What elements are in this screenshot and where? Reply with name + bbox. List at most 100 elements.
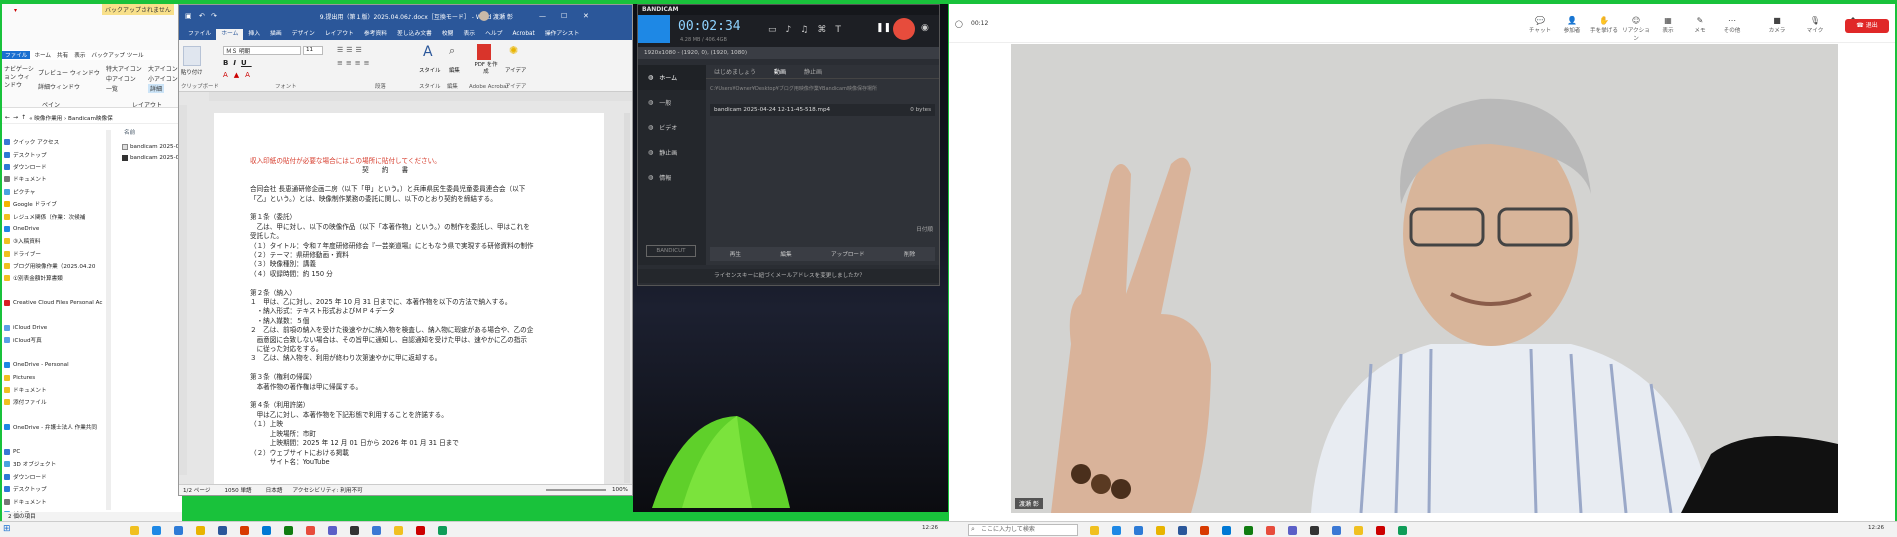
- taskbar-app-icon[interactable]: [284, 526, 293, 535]
- zoom-tool-button[interactable]: ☺ リアクション: [1620, 16, 1652, 42]
- sidebar-item[interactable]: レジュメ関係（作業：次候補: [4, 210, 108, 222]
- pdf-icon[interactable]: [477, 44, 491, 60]
- zoom-tool-button[interactable]: 👤 参加者: [1556, 16, 1588, 42]
- zoom-tool-button[interactable]: 💬 チャット: [1524, 16, 1556, 42]
- taskbar-app-icon[interactable]: [1310, 526, 1319, 535]
- back-arrow-icon[interactable]: ←: [5, 114, 10, 121]
- sidebar-item[interactable]: Pictures: [4, 371, 108, 383]
- taskbar-app-icon[interactable]: [1244, 526, 1253, 535]
- ribbon-tab[interactable]: 表示: [458, 29, 480, 40]
- breadcrumb[interactable]: « 映像作業用 › Bandicam映像保: [29, 114, 113, 122]
- ribbon-tab[interactable]: ヘルプ: [480, 29, 507, 40]
- sidebar-item[interactable]: ドライブー: [4, 248, 108, 260]
- ribbon-tab[interactable]: ホーム: [216, 29, 244, 40]
- zoom-tool-button[interactable]: ✎ メモ: [1684, 16, 1716, 42]
- bandicam-sidebar-item[interactable]: ◍ 情報: [638, 165, 706, 190]
- align-buttons[interactable]: ≡≡≡≡: [337, 59, 372, 67]
- taskbar-app-icon[interactable]: [152, 526, 161, 535]
- view-details[interactable]: 詳細: [148, 84, 165, 93]
- upload-button[interactable]: アップロード: [831, 250, 865, 258]
- taskbar-app-icon[interactable]: [1398, 526, 1407, 535]
- taskbar-app-icon[interactable]: [1266, 526, 1275, 535]
- taskbar-app-icon[interactable]: [1354, 526, 1363, 535]
- status-page[interactable]: 1/2 ページ: [183, 486, 210, 494]
- explorer-tab-backup-tools[interactable]: バックアップ ツール: [91, 51, 143, 59]
- save-icon[interactable]: ▣: [185, 12, 192, 20]
- participant-video[interactable]: 渡瀬 彰: [1011, 44, 1838, 513]
- explorer-tab-view[interactable]: 表示: [74, 51, 85, 59]
- ribbon-tab[interactable]: 描画: [265, 29, 287, 40]
- taskbar-app-icon[interactable]: [1178, 526, 1187, 535]
- forward-arrow-icon[interactable]: →: [13, 114, 18, 121]
- tab-getting-started[interactable]: はじめましょう: [714, 67, 756, 76]
- explorer-tab-file[interactable]: ファイル: [2, 51, 31, 59]
- bandicam-sidebar-item[interactable]: ◍ 一般: [638, 90, 706, 115]
- ideas-icon[interactable]: ✺: [509, 44, 518, 57]
- document-scrollbar[interactable]: [624, 113, 630, 483]
- system-clock[interactable]: 12:26: [1868, 525, 1884, 531]
- taskbar-app-icon[interactable]: [1376, 526, 1385, 535]
- sidebar-item[interactable]: 添付ファイル: [4, 396, 108, 408]
- sidebar-item[interactable]: デスクトップ: [4, 483, 108, 495]
- font-format-buttons[interactable]: BIU: [223, 59, 252, 67]
- view-large-icons[interactable]: 大アイコン: [148, 64, 178, 73]
- ribbon-tab[interactable]: 参考資料: [359, 29, 392, 40]
- taskbar-app-icon[interactable]: [372, 526, 381, 535]
- taskbar-app-icon[interactable]: [262, 526, 271, 535]
- horizontal-ruler[interactable]: [209, 92, 632, 101]
- taskbar-app-icon[interactable]: [1332, 526, 1341, 535]
- zoom-tool-button[interactable]: ⋯ その他: [1716, 16, 1748, 42]
- view-small-icons[interactable]: 小アイコン: [148, 74, 178, 83]
- sidebar-item[interactable]: ③入稿資料: [4, 235, 108, 247]
- ribbon-tab[interactable]: 操作アシスト: [540, 29, 585, 40]
- tree-scrollbar[interactable]: [106, 130, 111, 510]
- view-medium-icons[interactable]: 中アイコン: [106, 74, 136, 83]
- sidebar-item[interactable]: ドキュメント: [4, 173, 108, 185]
- sidebar-item[interactable]: ブログ用映像作業（2025.04.20: [4, 260, 108, 272]
- leave-button[interactable]: ☎ 退出: [1845, 19, 1889, 33]
- taskbar-app-icon[interactable]: [1200, 526, 1209, 535]
- table-row[interactable]: bandicam 2025-04-24 12-11-45-518.mp4 0 b…: [710, 104, 935, 116]
- sidebar-item[interactable]: iCloud写真: [4, 334, 108, 346]
- resolution-bar[interactable]: 1920x1080 - (1920, 0), (1920, 1080): [638, 47, 939, 59]
- zoom-percentage[interactable]: 100%: [612, 487, 628, 493]
- ribbon-tab[interactable]: Acrobat: [507, 29, 539, 40]
- style-icon[interactable]: A: [423, 44, 439, 62]
- details-pane-button[interactable]: 詳細ウィンドウ: [38, 82, 80, 91]
- column-header-name[interactable]: 名前: [124, 128, 135, 136]
- sidebar-item[interactable]: ピクチャ: [4, 186, 108, 198]
- status-accessibility[interactable]: アクセシビリティ: 利用不可: [292, 486, 362, 494]
- windows-start-icon[interactable]: ⊞: [3, 524, 11, 534]
- sidebar-item[interactable]: ドキュメント: [4, 495, 108, 507]
- taskbar-app-icon[interactable]: [1156, 526, 1165, 535]
- output-path[interactable]: C:¥Users¥Owner¥Desktop¥ブログ用映像作業¥Bandicam…: [706, 79, 939, 98]
- sidebar-item[interactable]: OneDrive - Personal: [4, 359, 108, 371]
- license-notice[interactable]: ライセンスキーに紐づくメールアドレスを変更しましたか？: [638, 269, 939, 283]
- play-button[interactable]: 再生: [730, 250, 741, 258]
- avatar[interactable]: [479, 11, 489, 21]
- sidebar-item[interactable]: ダウンロード: [4, 161, 108, 173]
- taskbar-search-input[interactable]: ここに入力して検索: [968, 524, 1078, 536]
- up-arrow-icon[interactable]: ↑: [21, 114, 26, 121]
- ribbon-backup-tab[interactable]: バックアップされません: [102, 4, 174, 15]
- font-name-select[interactable]: ＭＳ 明朝: [223, 46, 301, 55]
- ribbon-tab[interactable]: 差し込み文書: [392, 29, 437, 40]
- nav-pane-button[interactable]: ナビゲーション ウィンドウ: [4, 66, 34, 90]
- taskbar-app-icon[interactable]: [1112, 526, 1121, 535]
- font-color-icon[interactable]: A▲A: [223, 71, 256, 79]
- document-page[interactable]: 収入印紙の貼付が必要な場合にはこの場所に貼付してください。 契 約 書合同会社 …: [214, 113, 604, 485]
- undo-icon[interactable]: ↶: [199, 12, 205, 20]
- view-xl-icons[interactable]: 特大アイコン: [106, 64, 142, 73]
- list-buttons[interactable]: ☰☰☰: [337, 46, 365, 54]
- taskbar-app-icon[interactable]: [1288, 526, 1297, 535]
- bandicam-sidebar-item[interactable]: ◍ ビデオ: [638, 115, 706, 140]
- tab-image[interactable]: 静止画: [804, 67, 822, 76]
- taskbar-app-icon[interactable]: [218, 526, 227, 535]
- edit-video-button[interactable]: 編集: [780, 250, 791, 258]
- redo-icon[interactable]: ↷: [211, 12, 217, 20]
- bandicam-control-icons[interactable]: ▭♪♫⌘T: [768, 25, 850, 35]
- explorer-tab-home[interactable]: ホーム: [34, 51, 51, 59]
- taskbar-app-icon[interactable]: [196, 526, 205, 535]
- sidebar-item[interactable]: PC: [4, 446, 108, 458]
- taskbar-app-icon[interactable]: [306, 526, 315, 535]
